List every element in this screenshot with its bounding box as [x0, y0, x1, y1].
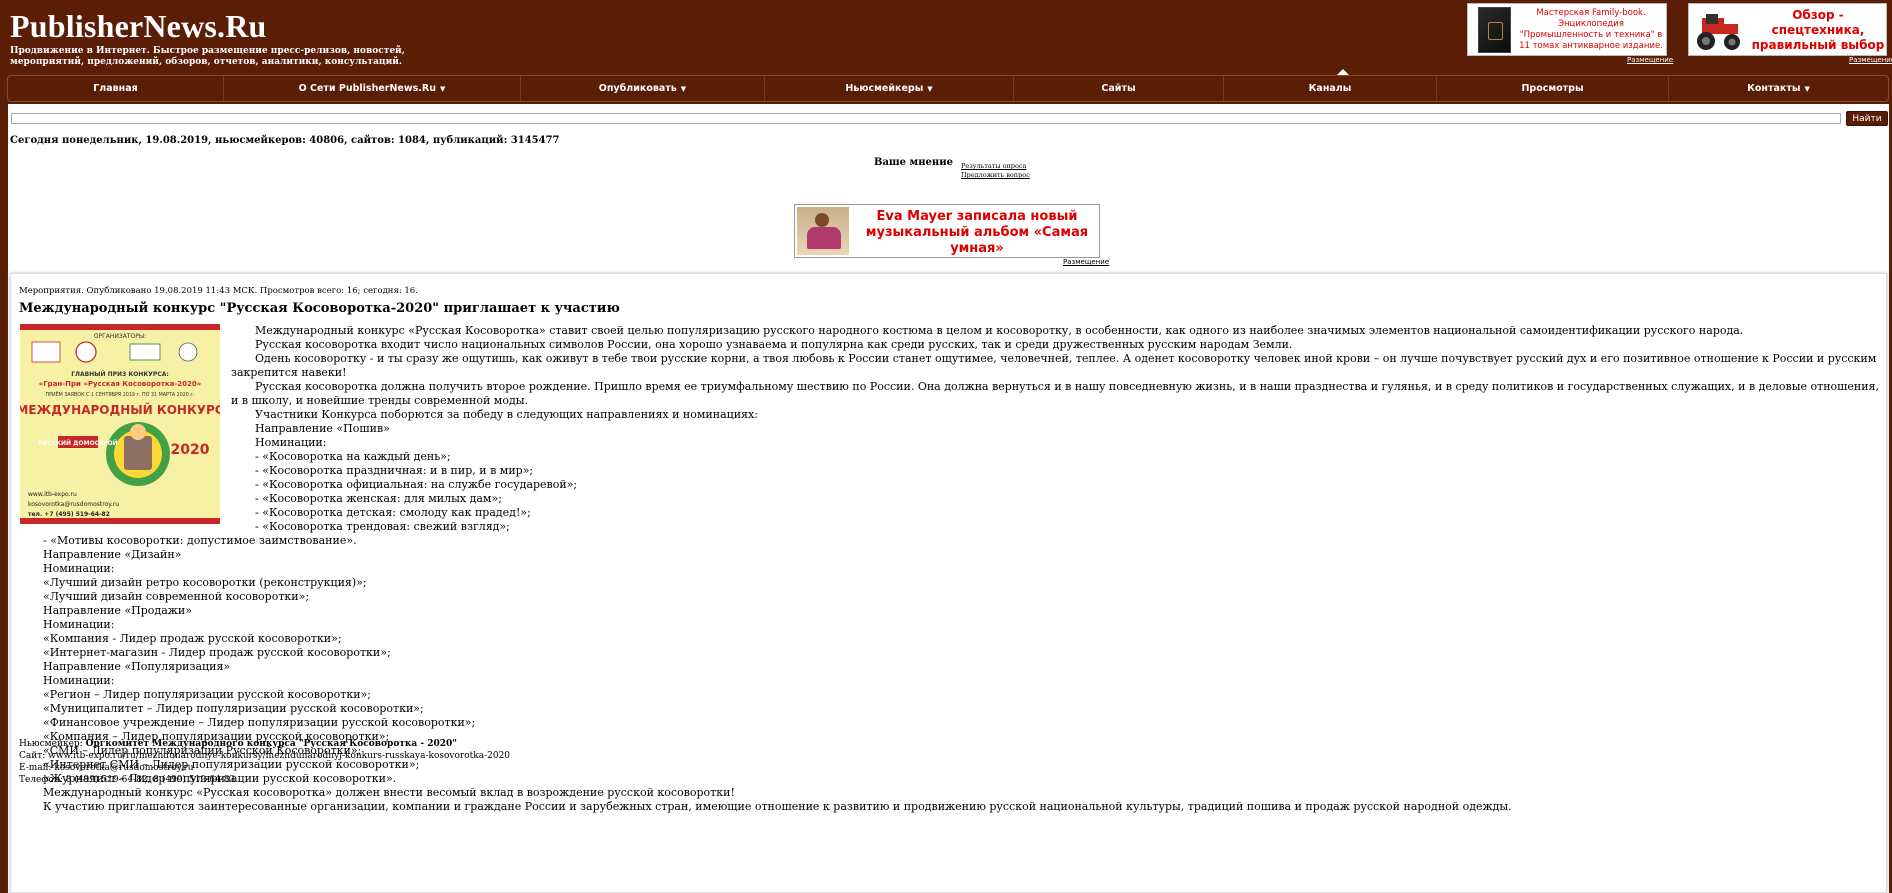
nav-item-channels[interactable]: Каналы: [1224, 76, 1437, 101]
poll-results-link[interactable]: Результаты опроса: [961, 162, 1030, 171]
nav-item-newsmakers[interactable]: Ньюсмейкеры ▼: [765, 76, 1014, 101]
poll-suggest-link[interactable]: Предложить вопрос: [961, 171, 1030, 180]
caret-down-icon: ▼: [927, 84, 933, 93]
main-nav: Главная О Сети PublisherNews.Ru ▼ Опублик…: [7, 75, 1889, 102]
nav-item-label: Контакты: [1747, 83, 1801, 94]
ad-placement-link[interactable]: Размещение: [1849, 56, 1892, 64]
article-paragraph: - «Косоворотка трендовая: свежий взгляд»…: [255, 520, 510, 533]
article-paragraph: Международный конкурс «Русская косоворот…: [43, 786, 735, 799]
nav-item-label: Просмотры: [1521, 83, 1584, 94]
nav-item-label: Опубликовать: [598, 83, 677, 94]
article-paragraph: Номинации:: [43, 562, 115, 575]
article-paragraph: К участию приглашаются заинтересованные …: [43, 800, 1512, 813]
article-paragraph: «Лучший дизайн ретро косоворотки (реконс…: [43, 576, 367, 589]
caret-down-icon: ▼: [1804, 84, 1810, 93]
nav-item-label: Главная: [93, 83, 138, 94]
site-header: PublisherNews.Ru Продвижение в Интернет.…: [0, 0, 1892, 72]
article-paragraph: - «Косоворотка на каждый день»;: [255, 450, 451, 463]
nav-item-about[interactable]: О Сети PublisherNews.Ru ▼: [224, 76, 521, 101]
ad-encyclopedia-text: Мастерская Family-book. Энциклопедия "Пр…: [1519, 8, 1663, 51]
nav-item-label: Каналы: [1308, 83, 1352, 94]
article-paragraph: - «Косоворотка детская: смолоду как прад…: [255, 506, 531, 519]
article-paragraph: Международный конкурс «Русская Косоворот…: [255, 324, 1744, 337]
caret-down-icon: ▼: [439, 84, 446, 93]
article-paragraph: Направление «Пошив»: [255, 422, 390, 435]
nav-item-contacts[interactable]: Контакты ▼: [1669, 76, 1888, 101]
article-paragraph: - «Косоворотка женская: для милых дам»;: [255, 492, 502, 505]
article-paragraph: - «Косоворотка официальная: на службе го…: [255, 478, 578, 491]
article-paragraph: - «Мотивы косоворотки: допустимое заимст…: [43, 534, 357, 547]
site-logo[interactable]: PublisherNews.Ru: [10, 8, 267, 45]
poll-title: Ваше мнение: [874, 157, 953, 168]
contact-site[interactable]: Сайт: www.itb-expo.ru/ru/mezhdunarodnye-…: [19, 750, 510, 762]
ad-machinery-text: Обзор - спецтехника, правильный выбор за…: [1751, 8, 1885, 55]
newsmaker-label: Ньюсмейкер:: [19, 739, 83, 749]
book-icon: [1478, 7, 1511, 53]
poll-links: Результаты опроса Предложить вопрос: [961, 162, 1030, 180]
newsmaker-name-link[interactable]: Оргкомитет Международного конкурса "Русс…: [86, 739, 457, 749]
article-paragraph: «Регион – Лидер популяризации русской ко…: [43, 688, 372, 701]
header-ad-encyclopedia[interactable]: Мастерская Family-book. Энциклопедия "Пр…: [1467, 3, 1667, 56]
search-input[interactable]: [11, 113, 1841, 124]
nav-item-home[interactable]: Главная: [8, 76, 224, 101]
contact-email[interactable]: E-mail: kosovorotka@rusdomostroy.ru: [19, 762, 510, 774]
search-button[interactable]: Найти: [1846, 111, 1888, 126]
caret-down-icon: ▼: [680, 84, 687, 93]
article-paragraph: Одень косоворотку - и ты сразу же ощутиш…: [231, 352, 1877, 379]
ad-placement-link[interactable]: Размещение: [1627, 56, 1673, 64]
article-title: Международный конкурс "Русская Косоворот…: [19, 301, 620, 316]
nav-item-label: О Сети PublisherNews.Ru: [298, 83, 436, 94]
article-paragraph: Направление «Популяризация»: [43, 660, 231, 673]
article: Мероприятия. Опубликовано 19.08.2019 11:…: [10, 273, 1887, 893]
banner-text: Eva Mayer записала новый музыкальный аль…: [865, 209, 1089, 256]
article-paragraph: «Финансовое учреждение – Лидер популяриз…: [43, 716, 476, 729]
article-paragraph: «Муниципалитет – Лидер популяризации рус…: [43, 702, 424, 715]
contact-phone: Телефон: 8 (499) 519-64-82, 8 (499) 519-…: [19, 775, 236, 785]
nav-item-label: Ньюсмейкеры: [845, 83, 924, 94]
banner-placement-link[interactable]: Размещение: [1063, 258, 1109, 266]
nav-item-views[interactable]: Просмотры: [1437, 76, 1669, 101]
article-paragraph: Русская косоворотка должна получить втор…: [231, 380, 1879, 407]
article-paragraph: «Компания - Лидер продаж русской косовор…: [43, 632, 342, 645]
article-paragraph: - «Косоворотка праздничная: и в пир, и в…: [255, 464, 534, 477]
site-tagline: Продвижение в Интернет. Быстрое размещен…: [10, 46, 405, 67]
article-paragraph: Русская косоворотка входит число национа…: [255, 338, 1293, 351]
promo-banner[interactable]: Eva Mayer записала новый музыкальный аль…: [794, 204, 1100, 258]
article-paragraph: Номинации:: [43, 618, 115, 631]
banner-photo: [797, 207, 849, 255]
article-paragraph: «Лучший дизайн современной косоворотки»;: [43, 590, 310, 603]
article-paragraph: Направление «Продажи»: [43, 604, 192, 617]
tractor-icon: [1697, 14, 1740, 50]
article-paragraph: Номинации:: [255, 436, 327, 449]
nav-item-sites[interactable]: Сайты: [1014, 76, 1224, 101]
article-paragraph: Участники Конкурса поборются за победу в…: [255, 408, 758, 421]
article-paragraph: Направление «Дизайн»: [43, 548, 182, 561]
main-panel: Найти Сегодня понедельник, 19.08.2019, н…: [8, 104, 1889, 893]
article-contact: Ньюсмейкер: Оргкомитет Международного ко…: [19, 738, 510, 786]
article-paragraph: Номинации:: [43, 674, 115, 687]
article-meta: Мероприятия. Опубликовано 19.08.2019 11:…: [19, 286, 418, 296]
article-paragraph: «Интернет-магазин - Лидер продаж русской…: [43, 646, 391, 659]
today-stats: Сегодня понедельник, 19.08.2019, ньюсмей…: [10, 135, 560, 146]
header-ad-machinery[interactable]: Обзор - спецтехника, правильный выбор за…: [1688, 3, 1887, 56]
nav-item-publish[interactable]: Опубликовать ▼: [521, 76, 765, 101]
nav-item-label: Сайты: [1101, 83, 1136, 94]
